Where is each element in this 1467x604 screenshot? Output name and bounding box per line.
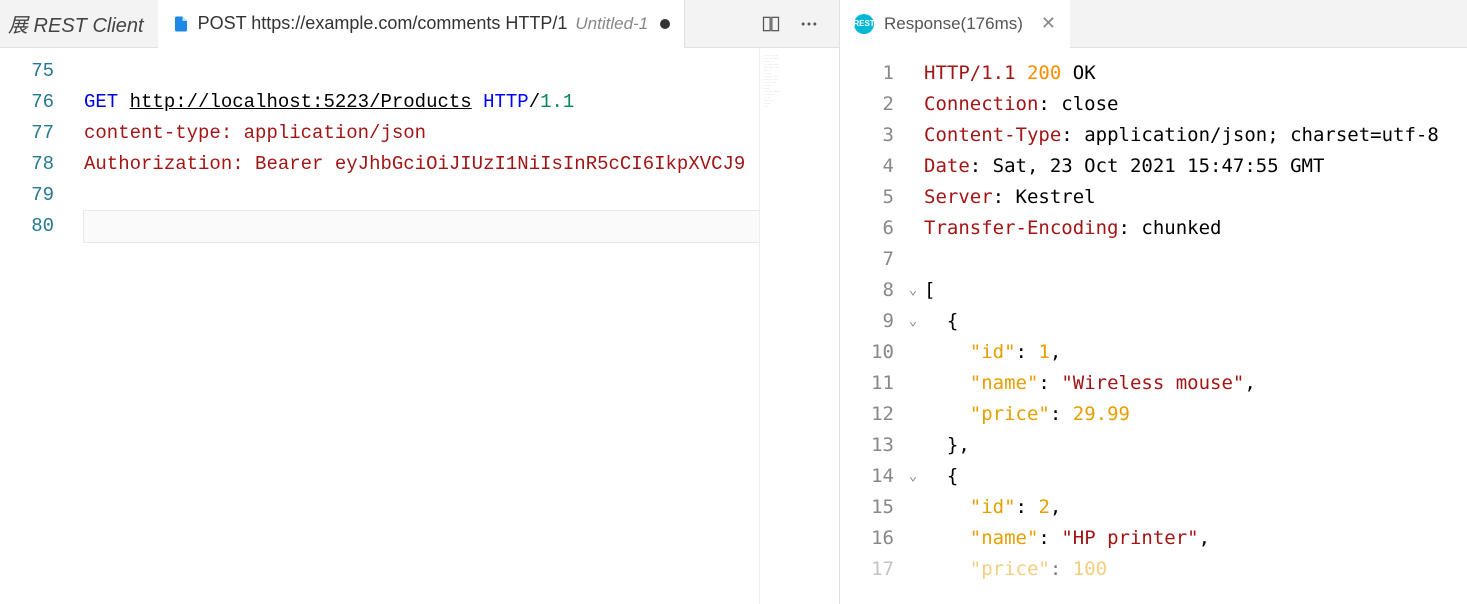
editor-split: 展 REST Client POST https://example.com/c… (0, 0, 1467, 604)
fold-toggle-icon (902, 523, 924, 554)
dirty-indicator-icon (660, 19, 670, 29)
code-area[interactable]: GET http://localhost:5223/Products HTTP/… (72, 48, 839, 604)
tab-secondary: Untitled-1 (575, 14, 648, 34)
minimap[interactable]: ---- --- ------ -------------- ---- ----… (759, 48, 839, 604)
request-editor[interactable]: 757677787980 GET http://localhost:5223/P… (0, 48, 839, 604)
tab-actions (761, 14, 839, 34)
response-tabbar: REST Response(176ms) ✕ (840, 0, 1467, 48)
close-icon[interactable]: ✕ (1041, 13, 1056, 34)
fold-toggle-icon (902, 58, 924, 89)
fold-toggle-icon (902, 120, 924, 151)
fold-toggle-icon[interactable]: ⌄ (902, 306, 924, 337)
app-root: 展 REST Client POST https://example.com/c… (0, 0, 1467, 604)
fold-toggle-icon (902, 337, 924, 368)
fold-toggle-icon (902, 89, 924, 120)
response-tab-title: Response(176ms) (884, 14, 1023, 34)
fold-toggle-icon (902, 554, 924, 585)
left-pane: 展 REST Client POST https://example.com/c… (0, 0, 840, 604)
fold-toggle-icon (902, 492, 924, 523)
fold-toggle-icon (902, 182, 924, 213)
split-editor-icon[interactable] (761, 14, 781, 34)
fold-toggle-icon (902, 151, 924, 182)
breadcrumb: 展 REST Client (0, 9, 158, 38)
fold-toggle-icon (902, 399, 924, 430)
line-gutter: 757677787980 (0, 48, 72, 604)
fold-column: ⌄⌄⌄ (902, 58, 924, 604)
response-gutter: 1234567891011121314151617 (840, 58, 902, 604)
tab-request-file[interactable]: POST https://example.com/comments HTTP/1… (158, 0, 686, 48)
tab-title: POST https://example.com/comments HTTP/1 (198, 13, 568, 34)
fold-toggle-icon (902, 213, 924, 244)
right-pane: REST Response(176ms) ✕ 12345678910111213… (840, 0, 1467, 604)
rest-icon: REST (854, 14, 874, 34)
fold-toggle-icon (902, 368, 924, 399)
response-code[interactable]: HTTP/1.1 200 OKConnection: closeContent-… (924, 58, 1467, 604)
file-icon (172, 15, 190, 33)
fold-toggle-icon[interactable]: ⌄ (902, 461, 924, 492)
tab-response[interactable]: REST Response(176ms) ✕ (840, 0, 1070, 48)
response-editor[interactable]: 1234567891011121314151617 ⌄⌄⌄ HTTP/1.1 2… (840, 48, 1467, 604)
left-tabbar: 展 REST Client POST https://example.com/c… (0, 0, 839, 48)
fold-toggle-icon[interactable]: ⌄ (902, 275, 924, 306)
fold-toggle-icon (902, 430, 924, 461)
fold-toggle-icon (902, 244, 924, 275)
more-icon[interactable] (799, 14, 819, 34)
